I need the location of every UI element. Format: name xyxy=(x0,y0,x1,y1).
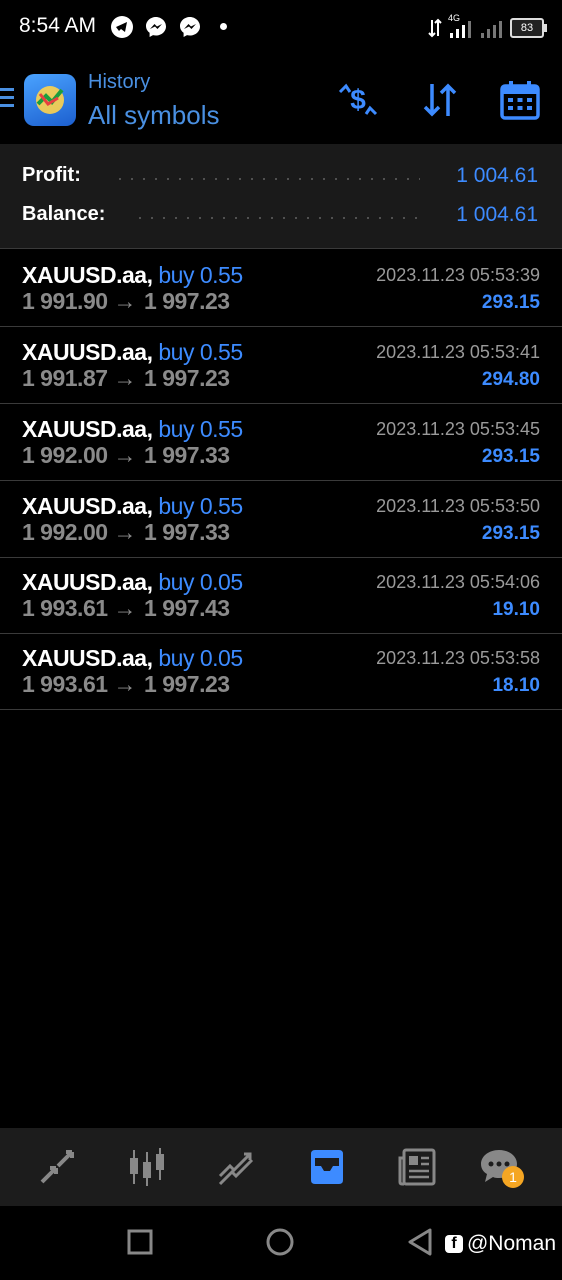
quotes-icon[interactable] xyxy=(34,1144,80,1190)
trade-profit: 18.10 xyxy=(492,675,540,696)
trade-icon[interactable] xyxy=(214,1144,260,1190)
trade-symbol: XAUUSD.aa, buy 0.55 xyxy=(22,416,243,442)
dotted-leader xyxy=(134,217,420,219)
trade-type: buy 0.05 xyxy=(158,645,243,671)
trade-prices: 1 993.61 → 1 997.43 xyxy=(22,595,230,621)
watermark: f @Noman xyxy=(444,1232,556,1256)
chart-icon[interactable] xyxy=(124,1144,170,1190)
messenger-icon xyxy=(180,17,200,37)
trade-time: 2023.11.23 05:53:39 xyxy=(376,265,540,285)
trade-symbol: XAUUSD.aa, buy 0.55 xyxy=(22,493,243,519)
app-logo[interactable] xyxy=(24,74,76,126)
trade-row[interactable]: XAUUSD.aa, buy 0.55 1 992.00 → 1 997.33 20… xyxy=(0,404,562,481)
profit-label: Profit: xyxy=(22,164,81,186)
trade-time: 2023.11.23 05:53:50 xyxy=(376,496,540,516)
facebook-icon: f xyxy=(444,1235,463,1253)
trade-symbol: XAUUSD.aa, buy 0.05 xyxy=(22,569,243,595)
trade-prices: 1 992.00 → 1 997.33 xyxy=(22,442,230,468)
signal-icon-2 xyxy=(481,21,502,38)
battery-indicator: 83 xyxy=(510,18,547,38)
page-subtitle: History xyxy=(88,71,151,93)
trade-prices: 1 992.00 → 1 997.33 xyxy=(22,519,230,545)
trade-profit: 19.10 xyxy=(492,599,540,620)
trade-profit: 293.15 xyxy=(481,523,540,544)
notification-badge: 1 xyxy=(502,1166,524,1188)
trade-time: 2023.11.23 05:53:45 xyxy=(376,419,540,439)
trade-prices: 1 991.90 → 1 997.23 xyxy=(22,288,230,314)
deposit-withdraw-icon[interactable]: $ xyxy=(336,78,380,122)
news-icon[interactable] xyxy=(394,1144,440,1190)
profit-row: Profit: 1 004.61 xyxy=(22,164,540,194)
system-navigation: f @Noman xyxy=(0,1206,562,1280)
trade-row[interactable]: XAUUSD.aa, buy 0.05 1 993.61 → 1 997.23 20… xyxy=(0,633,562,710)
trade-prices: 1 993.61 → 1 997.23 xyxy=(22,671,230,697)
trade-type: buy 0.05 xyxy=(158,569,243,595)
telegram-icon xyxy=(111,16,133,38)
trade-profit: 294.80 xyxy=(481,369,540,390)
chat-icon[interactable]: 1 xyxy=(476,1144,524,1190)
back-icon[interactable] xyxy=(404,1226,438,1260)
trade-row[interactable]: XAUUSD.aa, buy 0.05 1 993.61 → 1 997.43 20… xyxy=(0,557,562,634)
balance-value: 1 004.61 xyxy=(456,203,538,226)
trade-symbol: XAUUSD.aa, buy 0.05 xyxy=(22,645,243,671)
balance-label: Balance: xyxy=(22,203,106,225)
trade-type: buy 0.55 xyxy=(158,262,243,288)
trade-time: 2023.11.23 05:53:58 xyxy=(376,648,540,668)
menu-icon[interactable] xyxy=(0,88,16,108)
trade-type: buy 0.55 xyxy=(158,416,243,442)
sort-icon[interactable] xyxy=(418,78,462,122)
trade-time: 2023.11.23 05:54:06 xyxy=(376,572,540,592)
recent-apps-icon[interactable] xyxy=(124,1226,158,1260)
trade-profit: 293.15 xyxy=(481,292,540,313)
trade-time: 2023.11.23 05:53:41 xyxy=(376,342,540,362)
trade-row[interactable]: XAUUSD.aa, buy 0.55 1 991.90 → 1 997.23 20… xyxy=(0,250,562,327)
trade-symbol: XAUUSD.aa, buy 0.55 xyxy=(22,339,243,365)
trade-row[interactable]: XAUUSD.aa, buy 0.55 1 991.87 → 1 997.23 20… xyxy=(0,327,562,404)
trade-row[interactable]: XAUUSD.aa, buy 0.55 1 992.00 → 1 997.33 20… xyxy=(0,481,562,558)
toolbar xyxy=(0,56,562,144)
trade-type: buy 0.55 xyxy=(158,493,243,519)
balance-row: Balance: 1 004.61 xyxy=(22,203,540,233)
trade-profit: 293.15 xyxy=(481,446,540,467)
status-bar: 8:54 AM 4G 83 xyxy=(0,0,562,56)
bottom-navigation: 1 xyxy=(0,1128,562,1206)
status-time: 8:54 AM xyxy=(19,14,97,37)
notification-dot xyxy=(220,23,227,30)
trade-type: buy 0.55 xyxy=(158,339,243,365)
svg-text:$: $ xyxy=(350,84,366,115)
symbol-filter[interactable]: All symbols xyxy=(88,100,219,131)
data-transfer-icon xyxy=(428,18,442,38)
history-icon[interactable] xyxy=(304,1144,350,1190)
profit-value: 1 004.61 xyxy=(456,164,538,187)
trade-symbol: XAUUSD.aa, buy 0.55 xyxy=(22,262,243,288)
messenger-icon xyxy=(146,17,166,37)
signal-icon: 4G xyxy=(448,13,474,39)
dotted-leader xyxy=(114,178,420,180)
calendar-icon[interactable] xyxy=(498,78,542,122)
home-icon[interactable] xyxy=(264,1226,298,1260)
watermark-text: @Noman xyxy=(466,1232,556,1255)
account-summary: Profit: 1 004.61 Balance: 1 004.61 xyxy=(0,144,562,249)
trade-prices: 1 991.87 → 1 997.23 xyxy=(22,365,230,391)
